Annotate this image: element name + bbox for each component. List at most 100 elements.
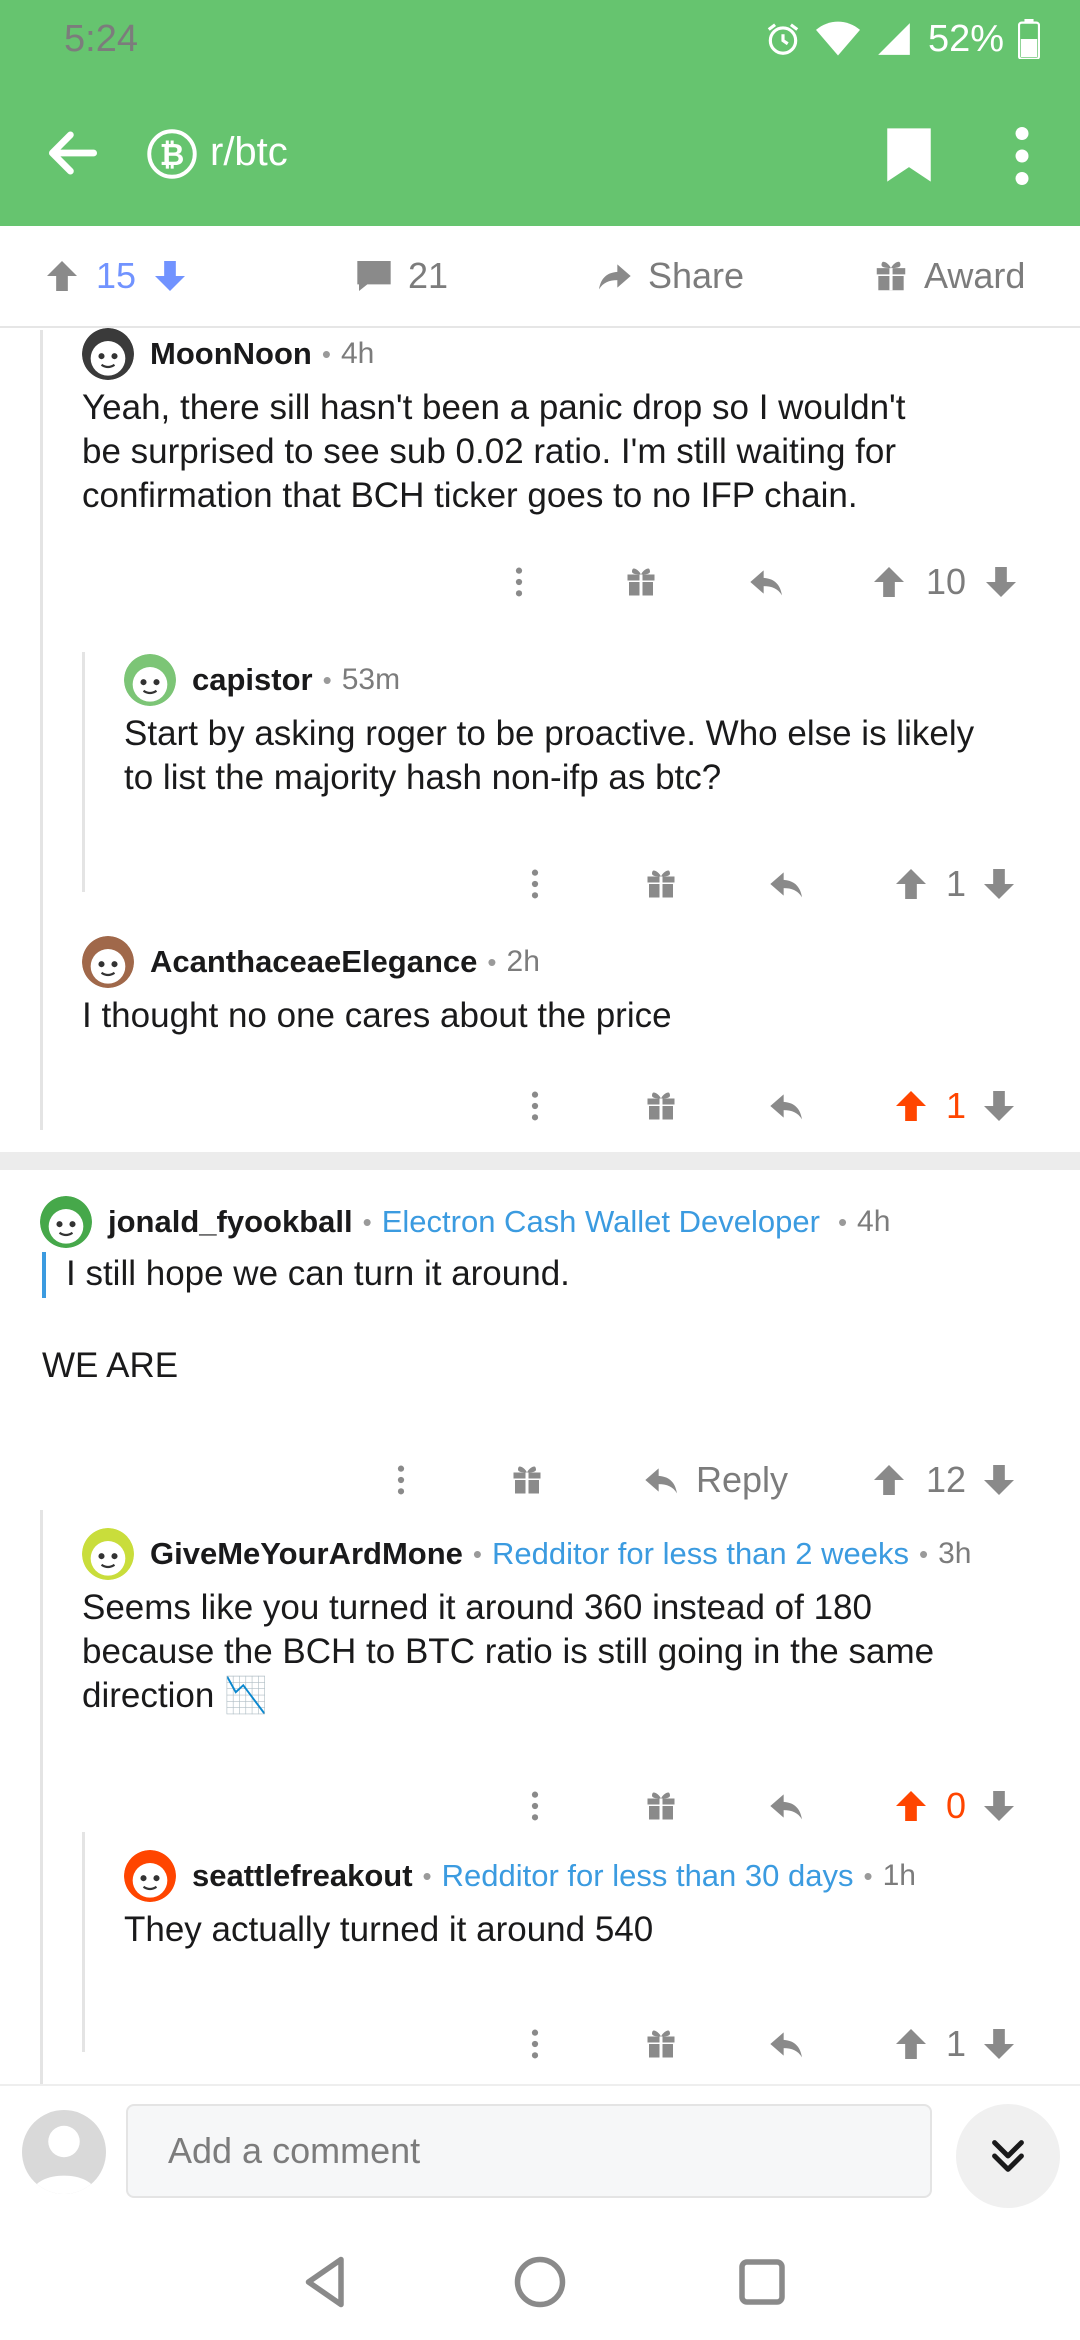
more-options-icon[interactable] [510,856,560,912]
award-button[interactable]: Award [872,248,1025,304]
reply-icon[interactable] [762,856,812,912]
nav-back-icon[interactable] [296,2252,356,2312]
more-options-icon[interactable] [510,1778,560,1834]
award-label: Award [924,255,1026,296]
upvote-icon[interactable] [888,1078,934,1134]
quote-block: I still hope we can turn it around. [42,1252,1032,1298]
more-options-icon[interactable] [510,2016,560,2072]
share-label: Share [648,255,745,296]
reply-button[interactable]: Reply [630,1452,800,1508]
separator-dot: • [422,1860,432,1891]
comment-actions: 1 [124,856,1044,912]
comment-line: Yeah, there sill hasn't been a panic dro… [82,388,906,427]
gift-icon[interactable] [636,1078,686,1134]
comment-author[interactable]: GiveMeYourArdMone [150,1536,463,1572]
comment-author[interactable]: AcanthaceaeElegance [150,944,477,980]
comment-time: 2h [506,945,540,978]
comment-line: confirmation that BCH ticker goes to no … [82,476,858,515]
reply-icon[interactable] [762,2016,812,2072]
thread-separator [0,1152,1080,1170]
more-options-icon[interactable] [376,1452,426,1508]
comment: MoonNoon • 4h Yeah, there sill hasn't be… [82,324,1042,614]
more-vert-icon[interactable] [1008,126,1036,186]
avatar[interactable] [82,1528,134,1580]
nav-home-icon[interactable] [510,2252,570,2312]
upvote-icon[interactable] [888,856,934,912]
gift-icon[interactable] [636,1778,686,1834]
post-score: 15 [96,255,137,296]
comment-score: 0 [945,1785,967,1826]
back-arrow-icon[interactable] [42,122,104,184]
separator-dot: • [487,946,497,977]
comment-score: 10 [925,561,967,602]
avatar[interactable] [40,1196,92,1248]
upvote-icon[interactable] [866,1452,912,1508]
gift-icon[interactable] [502,1452,552,1508]
upvote-icon[interactable] [42,256,82,296]
avatar[interactable] [124,654,176,706]
signal-icon [878,23,910,55]
bookmark-icon[interactable] [884,126,934,184]
add-comment-placeholder: Add a comment [168,2130,421,2171]
downvote-icon[interactable] [976,1078,1022,1134]
more-options-icon[interactable] [494,554,544,610]
share-button[interactable]: Share [594,248,744,304]
separator-dot: • [472,1538,483,1569]
more-options-icon[interactable] [510,1078,560,1134]
gift-icon[interactable] [636,2016,686,2072]
post-action-bar: 15 21 Share Award [0,226,1080,328]
reply-icon[interactable] [762,1778,812,1834]
user-icon [32,2125,96,2194]
comment-time: 1h [882,1859,916,1892]
comment-author[interactable]: jonald_fyookball [108,1204,353,1240]
battery-icon [1018,19,1040,59]
downvote-icon[interactable] [150,256,190,296]
status-time: 5:24 [64,18,138,60]
comment-body: Yeah, there sill hasn't been a panic dro… [82,386,1042,518]
comment-icon [357,261,391,291]
comment-actions: 1 [82,1078,1044,1134]
thread-line [40,330,43,1130]
upvote-icon[interactable] [888,2016,934,2072]
upvote-icon[interactable] [888,1778,934,1834]
thread-line [82,652,85,892]
comment-body: Seems like you turned it around 360 inst… [82,1586,1044,1718]
comment-body: Start by asking roger to be proactive. W… [124,712,1044,800]
user-flair: Redditor for less than 2 weeks [492,1536,910,1571]
avatar[interactable] [124,1850,176,1902]
downvote-icon[interactable] [976,856,1022,912]
downvote-icon[interactable] [976,1778,1022,1834]
comment: seattlefreakout • Redditor for less than… [124,1846,1044,2066]
downvote-icon[interactable] [976,2016,1022,2072]
add-comment-input[interactable]: Add a comment [126,2104,932,2198]
downvote-icon[interactable] [978,554,1024,610]
comment-author[interactable]: seattlefreakout [192,1858,413,1894]
comment: AcanthaceaeElegance • 2h I thought no on… [82,932,1044,1132]
quote-text: I still hope we can turn it around. [66,1254,570,1293]
comment: jonald_fyookball • Electron Cash Wallet … [40,1192,1044,1500]
comment-score: 1 [945,1085,967,1126]
avatar[interactable] [82,328,134,380]
collapse-button[interactable] [956,2104,1060,2208]
comment-author[interactable]: capistor [192,662,313,698]
nav-recents-icon[interactable] [732,2252,792,2312]
comment-author[interactable]: MoonNoon [150,336,312,372]
upvote-icon[interactable] [866,554,912,610]
subreddit-title[interactable]: r/btc [210,130,288,175]
comment-actions: 0 [82,1778,1044,1834]
separator-dot: • [321,338,331,369]
wifi-icon [815,21,860,56]
reply-icon[interactable] [742,554,792,610]
comment-line: They actually turned it around 540 [124,1910,654,1949]
comments-count-button[interactable]: 21 [354,248,448,304]
reply-icon[interactable] [762,1078,812,1134]
gift-icon[interactable] [616,554,666,610]
gift-icon[interactable] [636,856,686,912]
downvote-icon[interactable] [976,1452,1022,1508]
comment-time: 4h [857,1205,891,1238]
svg-text:₿: ₿ [160,138,185,173]
separator-dot: • [919,1538,929,1569]
thread-line [82,1832,85,2052]
my-avatar [22,2110,106,2194]
avatar[interactable] [82,936,134,988]
